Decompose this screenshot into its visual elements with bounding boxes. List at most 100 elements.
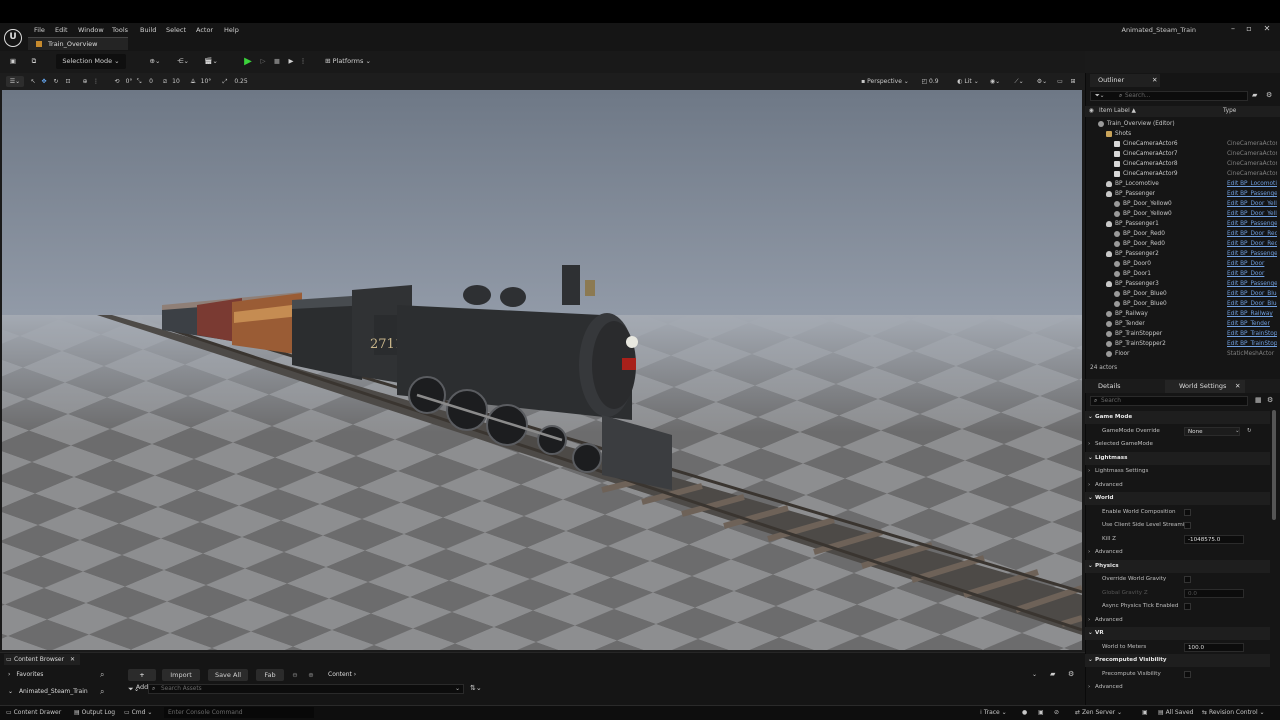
play-icon[interactable]: ▶	[242, 54, 254, 69]
outliner-row[interactable]: Train_Overview (Editor)	[1085, 119, 1280, 129]
save-icon[interactable]: ▣	[8, 54, 18, 69]
trace-snapshot-icon[interactable]: ▣	[1038, 707, 1044, 718]
grid-snap-icon[interactable]: ⤡	[134, 76, 144, 87]
snap-icon[interactable]: ⟲	[112, 76, 122, 87]
filter-icon[interactable]: ⏷⌄	[1095, 92, 1105, 101]
details-section-header[interactable]: ⌄ Precomputed Visibility	[1085, 654, 1270, 667]
menu-item-build[interactable]: Build	[140, 25, 156, 35]
checkbox[interactable]	[1184, 670, 1191, 678]
revision-control-dropdown[interactable]: ⇆ Revision Control ⌄	[1202, 707, 1265, 718]
edit-blueprint-link[interactable]: Edit BP_Door_Red	[1227, 239, 1277, 249]
scale-tool-icon[interactable]: ⊡	[64, 76, 72, 87]
details-search-input[interactable]: ⌕ Search	[1090, 396, 1248, 406]
platforms-dropdown[interactable]: ⊞ Platforms ⌄	[322, 54, 374, 69]
trace-dropdown[interactable]: ⁞ Trace ⌄	[980, 707, 1007, 718]
details-property-row[interactable]: › Advanced	[1085, 546, 1270, 559]
menu-item-tools[interactable]: Tools	[112, 25, 128, 35]
content-browser-tab[interactable]: ▭ Content Browser ✕	[4, 654, 80, 665]
edit-blueprint-link[interactable]: Edit BP_Passenger	[1227, 219, 1277, 229]
outliner-close-icon[interactable]: ✕	[1152, 74, 1157, 87]
scale-snap-value[interactable]: 0.25	[231, 76, 251, 87]
world-settings-close-icon[interactable]: ✕	[1235, 380, 1240, 393]
edit-blueprint-link[interactable]: Edit BP_TrainStopper	[1227, 339, 1277, 349]
edit-blueprint-link[interactable]: Edit BP_Door_Yellow	[1227, 199, 1277, 209]
add-actor-icon[interactable]: ⊕⌄	[145, 54, 165, 69]
property-matrix-icon[interactable]: ▦	[1255, 396, 1262, 404]
content-settings-icon[interactable]: ⚙	[1068, 670, 1074, 678]
perspective-dropdown[interactable]: ▪ Perspective ⌄	[858, 76, 912, 87]
visibility-icon[interactable]: ◉	[1089, 106, 1094, 117]
details-property-row[interactable]: › Advanced	[1085, 681, 1270, 694]
outliner-row[interactable]: BP_Door1 Edit BP_Door	[1085, 269, 1280, 279]
numeric-input[interactable]: 100.0	[1184, 642, 1244, 652]
world-settings-tab[interactable]: World Settings ✕	[1165, 380, 1245, 393]
content-browser-close-icon[interactable]: ✕	[70, 654, 75, 665]
details-section-header[interactable]: ⌄ Game Mode	[1085, 411, 1270, 424]
menu-item-actor[interactable]: Actor	[196, 25, 213, 35]
outliner-row[interactable]: BP_Locomotive Edit BP_Locomotive	[1085, 179, 1280, 189]
outliner-row[interactable]: BP_Door0 Edit BP_Door	[1085, 259, 1280, 269]
edit-blueprint-link[interactable]: Edit BP_Passenger	[1227, 249, 1277, 259]
outliner-row[interactable]: BP_Door_Yellow0 Edit BP_Door_Yellow	[1085, 199, 1280, 209]
edit-blueprint-link[interactable]: Edit BP_Door_Yellow	[1227, 209, 1277, 219]
browse-icon[interactable]: ⧉	[28, 54, 40, 69]
outliner-row[interactable]: CineCameraActor7 CineCameraActor	[1085, 149, 1280, 159]
world-local-icon[interactable]: ⊕	[80, 76, 90, 87]
reset-icon[interactable]: ↻	[1247, 425, 1252, 438]
rotate-tool-icon[interactable]: ↻	[52, 76, 60, 87]
grid-snap-value[interactable]: 10	[170, 76, 182, 87]
details-scrollbar[interactable]	[1272, 410, 1276, 520]
realtime-icon[interactable]: ⟋⌄	[1010, 76, 1028, 87]
item-label-header[interactable]: Item Label ▲	[1099, 106, 1136, 117]
checkbox[interactable]	[1184, 603, 1191, 610]
path-breadcrumb[interactable]: Content ›	[328, 671, 356, 678]
project-folder[interactable]: ⌄ Animated_Steam_Train	[8, 688, 88, 695]
outliner-row[interactable]: BP_Door_Blue0 Edit BP_Door_Blue	[1085, 289, 1280, 299]
grid-snap-icon-2[interactable]: ⧄	[160, 76, 170, 87]
outliner-row[interactable]: Shots	[1085, 129, 1280, 139]
project-search-icon[interactable]: ⌕	[100, 687, 104, 697]
maximize-viewport-icon[interactable]: ⊞	[1067, 76, 1079, 87]
edit-blueprint-link[interactable]: Edit BP_Railway	[1227, 309, 1277, 319]
select-chevron-icon[interactable]: ⌄	[1235, 425, 1240, 438]
content-drawer-button[interactable]: ▭ Content Drawer	[6, 707, 61, 718]
outliner-row[interactable]: BP_Door_Red0 Edit BP_Door_Red	[1085, 229, 1280, 239]
angle-snap-value[interactable]: 10°	[199, 76, 213, 87]
console-input[interactable]: Enter Console Command	[164, 707, 314, 718]
outliner-row[interactable]: CineCameraActor6 CineCameraActor	[1085, 139, 1280, 149]
all-saved-button[interactable]: ▤ All Saved	[1158, 707, 1193, 718]
back-icon[interactable]: ⊖	[290, 669, 300, 681]
minimize-icon[interactable]: –	[1228, 24, 1238, 34]
favorites-header[interactable]: › Favorites	[8, 671, 43, 678]
outliner-row[interactable]: BP_Door_Blue0 Edit BP_Door_Blue	[1085, 299, 1280, 309]
outliner-settings-icon[interactable]: ⚙	[1266, 91, 1276, 101]
angle-snap-icon[interactable]: ⟁	[188, 76, 198, 87]
numeric-input[interactable]: 0.0	[1184, 588, 1244, 598]
edit-blueprint-link[interactable]: Edit BP_Door_Blue	[1227, 289, 1277, 299]
menu-item-select[interactable]: Select	[166, 25, 186, 35]
details-section-header[interactable]: ⌄ World	[1085, 492, 1270, 505]
outliner-row[interactable]: BP_Passenger Edit BP_Passenger	[1085, 189, 1280, 199]
import-button[interactable]: Import	[162, 669, 200, 681]
edit-blueprint-link[interactable]: Edit BP_Locomotive	[1227, 179, 1277, 189]
asset-search-dropdown-icon[interactable]: ⌄	[455, 685, 460, 694]
play-options-icon[interactable]: ▶	[285, 54, 297, 69]
more-icon[interactable]: ⋮	[299, 54, 307, 69]
details-property-row[interactable]: › Lightmass Settings	[1085, 465, 1270, 478]
fov-dropdown[interactable]: ◰ 0.9	[918, 76, 942, 87]
outliner-row[interactable]: BP_TrainStopper Edit BP_TrainStopper	[1085, 329, 1280, 339]
edit-blueprint-link[interactable]: Edit BP_TrainStopper	[1227, 329, 1277, 339]
outliner-row[interactable]: BP_Tender Edit BP_Tender	[1085, 319, 1280, 329]
details-property-row[interactable]: › Advanced	[1085, 479, 1270, 492]
outliner-row[interactable]: BP_Door_Red0 Edit BP_Door_Red	[1085, 239, 1280, 249]
checkbox[interactable]	[1184, 522, 1191, 529]
menu-item-file[interactable]: File	[34, 25, 45, 35]
cinematics-icon[interactable]: 🎬︎⌄	[201, 54, 221, 69]
source-control-icon[interactable]: ▰	[1050, 670, 1055, 678]
menu-item-window[interactable]: Window	[78, 25, 104, 35]
edit-blueprint-link[interactable]: Edit BP_Passenger	[1227, 189, 1277, 199]
edit-blueprint-link[interactable]: Edit BP_Door	[1227, 269, 1277, 279]
edit-blueprint-link[interactable]: Edit BP_Passenger	[1227, 279, 1277, 289]
sort-icon[interactable]: ⇅⌄	[470, 684, 482, 692]
show-flags-icon[interactable]: ◉⌄	[986, 76, 1004, 87]
